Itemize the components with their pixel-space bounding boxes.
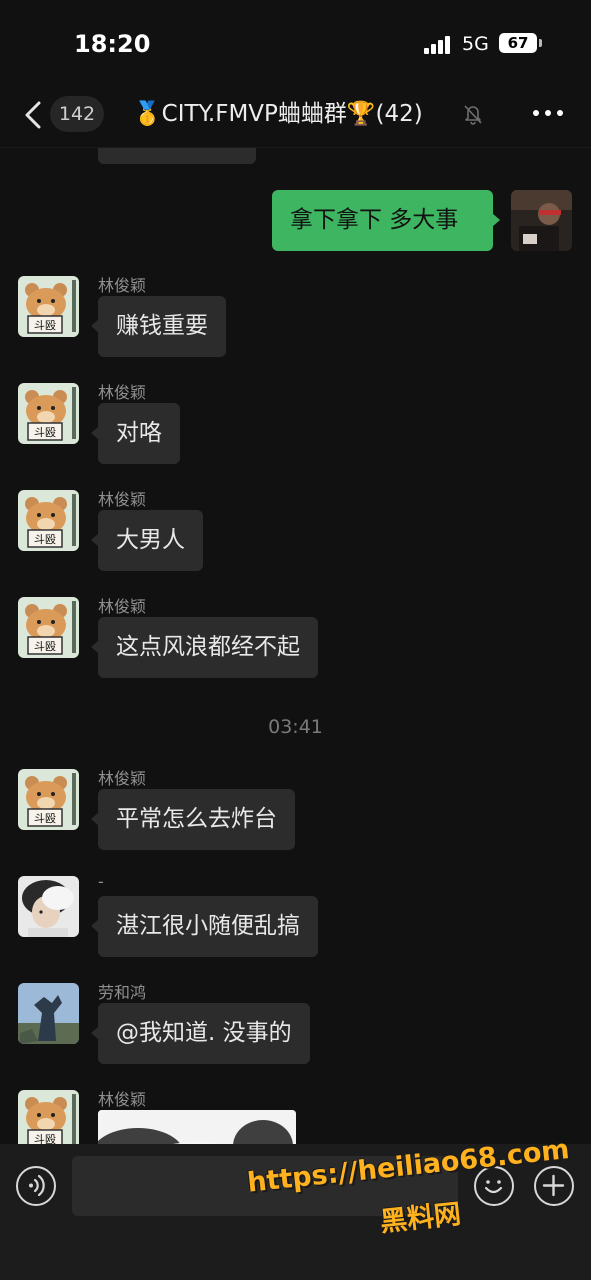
message-incoming: 斗殴 林俊颖 这点风浪都经不起 bbox=[0, 597, 591, 697]
status-bar: 18:20 5G 67 bbox=[0, 0, 591, 88]
more-dots-icon[interactable] bbox=[533, 110, 563, 118]
chevron-left-icon[interactable] bbox=[22, 100, 46, 130]
message-bubble[interactable]: @我知道. 没事的 bbox=[91, 1003, 310, 1064]
watermark-url: https://heiliao68.com bbox=[245, 1134, 571, 1199]
unread-count-badge[interactable]: 142 bbox=[50, 96, 104, 132]
battery-icon: 67 bbox=[499, 33, 537, 53]
avatar-bear[interactable]: 斗殴 bbox=[18, 490, 79, 551]
message-bubble[interactable]: 这点风浪都经不起 bbox=[91, 617, 318, 678]
avatar-bear[interactable]: 斗殴 bbox=[18, 769, 79, 830]
sender-name: 林俊颖 bbox=[98, 769, 147, 788]
message-incoming: 斗殴 林俊颖 平常怎么去炸台 bbox=[0, 769, 591, 869]
sender-name: 林俊颖 bbox=[98, 490, 147, 509]
avatar-statue[interactable] bbox=[18, 983, 79, 1044]
message-bubble[interactable]: 对咯 bbox=[91, 403, 180, 464]
avatar-bear[interactable]: 斗殴 bbox=[18, 1090, 79, 1144]
avatar-person[interactable] bbox=[18, 876, 79, 937]
avatar-bear[interactable]: 斗殴 bbox=[18, 276, 79, 337]
status-time: 18:20 bbox=[74, 30, 151, 58]
message-bubble[interactable]: 平常怎么去炸台 bbox=[91, 789, 295, 850]
message-bubble[interactable]: 湛江很小随便乱搞 bbox=[91, 896, 318, 957]
message-bubble[interactable]: 赚钱重要 bbox=[91, 296, 226, 357]
message-list[interactable]: 拿下拿下 多大事 斗殴 林俊颖 赚钱重要 斗殴 林俊颖 对咯 斗殴 林俊颖 大男… bbox=[0, 148, 591, 1144]
message-incoming: 劳和鸿 @我知道. 没事的 bbox=[0, 983, 591, 1083]
battery-tip bbox=[539, 39, 542, 47]
message-incoming: - 湛江很小随便乱搞 bbox=[0, 872, 591, 976]
message-incoming: 斗殴 林俊颖 赚钱重要 bbox=[0, 276, 591, 376]
svg-text:斗殴: 斗殴 bbox=[34, 1133, 56, 1144]
message-bubble[interactable]: 大男人 bbox=[91, 510, 203, 571]
network-label: 5G bbox=[462, 33, 489, 55]
message-incoming: 斗殴 林俊颖 对咯 bbox=[0, 383, 591, 483]
svg-text:斗殴: 斗殴 bbox=[34, 426, 56, 439]
avatar-bear[interactable]: 斗殴 bbox=[18, 597, 79, 658]
avatar-bear[interactable]: 斗殴 bbox=[18, 383, 79, 444]
sender-name: 林俊颖 bbox=[98, 276, 147, 295]
sender-name: 林俊颖 bbox=[98, 1090, 147, 1109]
image-message[interactable] bbox=[98, 1110, 296, 1144]
voice-icon[interactable] bbox=[16, 1166, 56, 1206]
bell-muted-icon bbox=[464, 105, 482, 125]
svg-text:斗殴: 斗殴 bbox=[34, 319, 56, 332]
sender-name: 林俊颖 bbox=[98, 597, 147, 616]
chat-title[interactable]: 🥇CITY.FMVP蛐蛐群🏆(42) bbox=[133, 96, 423, 132]
time-divider: 03:41 bbox=[268, 716, 323, 738]
svg-text:斗殴: 斗殴 bbox=[34, 533, 56, 546]
message-outgoing: 拿下拿下 多大事 bbox=[0, 148, 591, 258]
message-incoming: 斗殴 林俊颖 大男人 bbox=[0, 490, 591, 590]
sender-name: 劳和鸿 bbox=[98, 983, 147, 1002]
chat-header: 142 🥇CITY.FMVP蛐蛐群🏆(42) bbox=[0, 88, 591, 148]
svg-text:斗殴: 斗殴 bbox=[34, 812, 56, 825]
self-avatar[interactable] bbox=[511, 190, 572, 251]
sender-name: 林俊颖 bbox=[98, 383, 147, 402]
signal-icon bbox=[424, 36, 454, 54]
sender-name: - bbox=[98, 872, 104, 891]
watermark-name: 黑料网 bbox=[378, 1198, 463, 1239]
svg-text:斗殴: 斗殴 bbox=[34, 640, 56, 653]
outgoing-bubble[interactable]: 拿下拿下 多大事 bbox=[272, 190, 500, 251]
